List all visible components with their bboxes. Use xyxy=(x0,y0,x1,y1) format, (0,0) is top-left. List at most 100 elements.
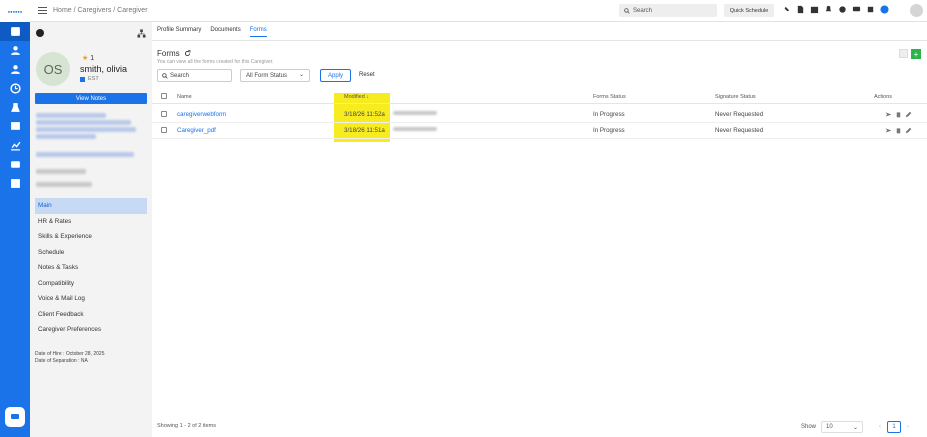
form-name-link[interactable]: caregiverwebform xyxy=(177,111,226,118)
edit-icon[interactable] xyxy=(905,111,912,118)
apply-button[interactable]: Apply xyxy=(320,69,351,82)
quick-schedule-button[interactable]: Quick Schedule xyxy=(724,4,774,17)
tab-documents[interactable]: Documents xyxy=(210,27,240,37)
table-row: Caregiver_pdf 3/18/26 11:51a In Progress… xyxy=(152,123,927,139)
user-avatar[interactable] xyxy=(910,4,923,17)
row-checkbox[interactable] xyxy=(161,127,167,133)
caregiver-name: smith, olivia xyxy=(80,64,128,74)
pin-icon[interactable] xyxy=(782,5,791,14)
page-size-control: Show 10 ⌄ xyxy=(801,421,864,433)
employment-dates: Date of Hire : October 28, 2025 Date of … xyxy=(35,351,104,365)
trash-icon[interactable] xyxy=(895,111,902,118)
redacted-address xyxy=(36,120,131,125)
tab-profile-summary[interactable]: Profile Summary xyxy=(157,27,201,37)
help-icon[interactable] xyxy=(880,5,889,14)
form-status: In Progress xyxy=(593,111,625,118)
column-modified[interactable]: Modified ↓ xyxy=(344,94,369,100)
modified-date: 3/18/26 11:51a xyxy=(344,127,385,134)
calendar-icon[interactable] xyxy=(810,5,819,14)
gear-icon[interactable] xyxy=(838,5,847,14)
main-content: Profile Summary Documents Forms Forms Yo… xyxy=(152,22,927,437)
dashboard-icon[interactable] xyxy=(0,22,30,41)
column-forms-status[interactable]: Forms Status xyxy=(593,94,626,100)
app-logo[interactable]: ●●●●●● xyxy=(0,0,30,22)
column-name[interactable]: Name xyxy=(177,94,192,100)
client-icon[interactable] xyxy=(0,41,30,60)
send-icon[interactable] xyxy=(885,127,892,134)
filter-toggle-button[interactable] xyxy=(899,49,908,58)
menu-item-compatibility[interactable]: Compatibility xyxy=(35,276,147,292)
caregiver-icon[interactable] xyxy=(0,60,30,79)
refresh-icon[interactable] xyxy=(184,50,191,57)
top-bar: Home / Caregivers / Caregiver Search Qui… xyxy=(30,0,927,22)
bell-icon[interactable] xyxy=(824,5,833,14)
page-size-select[interactable]: 10 ⌄ xyxy=(821,421,864,433)
column-actions: Actions xyxy=(874,94,893,100)
org-chart-icon[interactable] xyxy=(137,28,146,38)
document-icon[interactable] xyxy=(796,5,805,14)
form-name-link[interactable]: Caregiver_pdf xyxy=(177,127,216,134)
reports-icon[interactable] xyxy=(0,136,30,155)
chevron-down-icon: ⌄ xyxy=(298,72,304,78)
redacted-email xyxy=(36,152,134,157)
add-form-button[interactable]: + xyxy=(911,49,921,59)
redacted-address xyxy=(36,113,106,118)
flag-icon xyxy=(80,76,85,82)
menu-item-voice-mail[interactable]: Voice & Mail Log xyxy=(35,291,147,307)
timezone: EST xyxy=(80,76,99,82)
chat-icon[interactable] xyxy=(5,407,25,427)
edit-icon[interactable] xyxy=(905,127,912,134)
pagination: ‹ 1 › xyxy=(879,421,909,433)
menu-item-schedule[interactable]: Schedule xyxy=(35,245,147,261)
messages-icon[interactable] xyxy=(0,155,30,174)
redacted-id xyxy=(36,182,92,187)
global-search-input[interactable]: Search xyxy=(619,4,717,17)
caregiver-profile-panel: OS ★ 1 smith, olivia EST View Notes Main … xyxy=(30,22,152,437)
menu-item-skills[interactable]: Skills & Experience xyxy=(35,229,147,245)
breadcrumb[interactable]: Home / Caregivers / Caregiver xyxy=(53,7,148,14)
calendar-grid-icon[interactable] xyxy=(0,174,30,193)
column-signature-status[interactable]: Signature Status xyxy=(715,94,756,100)
table-row: caregiverwebform 3/18/26 11:52a In Progr… xyxy=(152,107,927,123)
menu-item-main[interactable]: Main xyxy=(35,198,147,214)
row-checkbox[interactable] xyxy=(161,111,167,117)
redacted-modified-by xyxy=(393,111,437,115)
forms-search-input[interactable]: Search xyxy=(157,69,232,82)
menu-item-hr-rates[interactable]: HR & Rates xyxy=(35,214,147,230)
tab-forms[interactable]: Forms xyxy=(249,27,267,37)
billing-icon[interactable] xyxy=(0,117,30,136)
chat-bubble-icon[interactable] xyxy=(852,5,861,14)
date-of-separation: Date of Separation : NA xyxy=(35,358,88,364)
hamburger-icon[interactable] xyxy=(38,7,47,14)
menu-item-notes-tasks[interactable]: Notes & Tasks xyxy=(35,260,147,276)
redacted-modified-by xyxy=(393,127,437,131)
search-icon xyxy=(624,7,630,14)
prev-page-icon[interactable]: ‹ xyxy=(879,424,881,430)
chevron-down-icon: ⌄ xyxy=(852,424,859,431)
back-icon[interactable] xyxy=(36,29,44,37)
send-icon[interactable] xyxy=(885,111,892,118)
divider xyxy=(152,40,927,41)
modified-date: 3/18/26 11:52a xyxy=(344,111,385,118)
schedule-icon[interactable] xyxy=(0,79,30,98)
select-all-checkbox[interactable] xyxy=(161,93,167,99)
menu-item-preferences[interactable]: Caregiver Preferences xyxy=(35,322,147,338)
next-page-icon[interactable]: › xyxy=(907,424,909,430)
form-status-select[interactable]: All Form Status ⌄ xyxy=(240,69,310,82)
table-header: Name Modified ↓ Forms Status Signature S… xyxy=(152,90,927,104)
form-status: In Progress xyxy=(593,127,625,134)
menu-item-client-feedback[interactable]: Client Feedback xyxy=(35,307,147,323)
redacted-address xyxy=(36,127,136,132)
lab-icon[interactable] xyxy=(0,98,30,117)
trash-icon[interactable] xyxy=(895,127,902,134)
signature-status: Never Requested xyxy=(715,111,764,118)
reset-button[interactable]: Reset xyxy=(359,72,375,78)
tab-bar: Profile Summary Documents Forms xyxy=(157,27,267,37)
signature-status: Never Requested xyxy=(715,127,764,134)
profile-menu: Main HR & Rates Skills & Experience Sche… xyxy=(35,198,147,338)
view-notes-button[interactable]: View Notes xyxy=(35,93,147,104)
inbox-icon[interactable] xyxy=(866,5,875,14)
page-subtitle: You can view all the forms created for t… xyxy=(157,59,274,65)
redacted-phone xyxy=(36,169,86,174)
page-number-button[interactable]: 1 xyxy=(887,421,901,433)
